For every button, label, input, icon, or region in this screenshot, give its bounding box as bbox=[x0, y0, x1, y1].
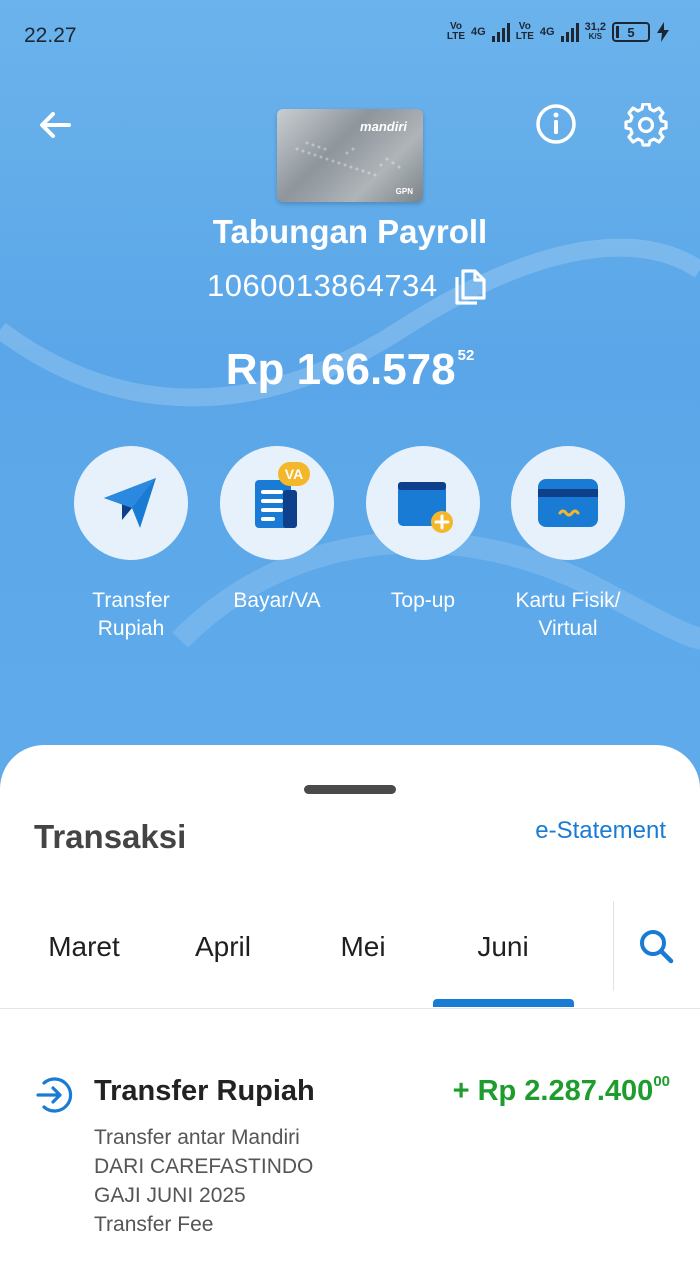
back-button[interactable] bbox=[34, 104, 76, 146]
account-balance: Rp 166.578 52 bbox=[0, 345, 700, 395]
tab-divider bbox=[613, 901, 614, 991]
gear-icon bbox=[624, 103, 668, 147]
month-tabs: Maret April Mei Juni bbox=[0, 895, 700, 1009]
action-label: Top-up bbox=[390, 589, 456, 612]
battery-icon: 5 bbox=[612, 22, 650, 42]
transaction-amount-main: + Rp 2.287.400 bbox=[452, 1075, 654, 1107]
account-name: Tabungan Payroll bbox=[212, 213, 488, 250]
transaction-desc-line: Transfer antar Mandiri bbox=[94, 1126, 300, 1149]
action-label: Bayar/VA bbox=[233, 589, 321, 612]
copy-account-button[interactable] bbox=[449, 264, 491, 306]
network-type-label: 4G bbox=[539, 26, 555, 38]
transaction-desc-line: GAJI JUNI 2025 bbox=[94, 1184, 246, 1207]
action-label: Kartu Fisik/ bbox=[515, 589, 621, 612]
volte-icon: Vo LTE bbox=[446, 21, 466, 42]
info-icon bbox=[536, 104, 576, 144]
e-statement-link[interactable]: e-Statement bbox=[535, 817, 666, 845]
transaction-desc-line: DARI CAREFASTINDO bbox=[94, 1155, 314, 1178]
transaction-description: Transfer antar Mandiri DARI CAREFASTINDO… bbox=[94, 1123, 313, 1239]
tab-maret[interactable]: Maret bbox=[14, 931, 154, 963]
status-bar: 22.27 Vo LTE 4G Vo LTE 4G 31,2 K/S 5 bbox=[0, 0, 700, 70]
tab-april[interactable]: April bbox=[153, 931, 293, 963]
network-type-label: 4G bbox=[471, 26, 486, 38]
wallet-topup-icon bbox=[398, 482, 453, 533]
transactions-sheet: Transaksi e-Statement Maret April Mei Ju… bbox=[0, 745, 700, 1280]
balance-cents: 52 bbox=[457, 347, 475, 364]
transaction-amount: + Rp 2.287.40000 bbox=[453, 1073, 670, 1108]
tab-mei[interactable]: Mei bbox=[293, 931, 433, 963]
signal-icon bbox=[491, 22, 510, 42]
action-label: Transfer bbox=[92, 589, 170, 612]
balance-amount: Rp 166.578 bbox=[225, 345, 456, 394]
status-time: 22.27 bbox=[24, 24, 77, 47]
network-speed: 31,2 K/S bbox=[584, 21, 606, 42]
action-transfer-rupiah[interactable]: Transfer Rupiah bbox=[58, 446, 204, 643]
transaction-desc-line: Transfer Fee bbox=[94, 1213, 214, 1236]
account-header: 22.27 Vo LTE 4G Vo LTE 4G 31,2 K/S 5 man… bbox=[0, 0, 700, 790]
signal-icon bbox=[560, 22, 579, 42]
selected-tab-indicator bbox=[433, 999, 574, 1007]
sheet-drag-handle[interactable] bbox=[304, 785, 396, 794]
card-network-logo: GPN bbox=[395, 187, 413, 196]
search-button[interactable] bbox=[632, 923, 682, 973]
info-button[interactable] bbox=[534, 102, 578, 146]
volte-icon: Vo LTE bbox=[515, 21, 534, 42]
action-bayar-va[interactable]: VA Bayar/VA bbox=[204, 446, 350, 615]
charging-icon bbox=[657, 22, 669, 42]
action-top-up[interactable]: Top-up bbox=[350, 446, 496, 615]
arrow-left-icon bbox=[40, 112, 71, 138]
transaction-amount-cents: 00 bbox=[653, 1073, 670, 1090]
transaction-item[interactable]: Transfer Rupiah + Rp 2.287.40000 Transfe… bbox=[0, 1065, 700, 1265]
action-label: Rupiah bbox=[97, 617, 165, 640]
action-kartu-fisik-virtual[interactable]: Kartu Fisik/ Virtual bbox=[495, 446, 641, 643]
transactions-title: Transaksi bbox=[34, 818, 187, 855]
incoming-transfer-icon bbox=[36, 1077, 73, 1113]
account-number: 1060013864734 bbox=[207, 268, 438, 303]
card-brand-logo: mandiri bbox=[360, 119, 407, 134]
copy-icon bbox=[455, 269, 486, 305]
card-icon bbox=[538, 479, 598, 527]
va-badge: VA bbox=[278, 462, 310, 486]
tab-juni[interactable]: Juni bbox=[433, 931, 573, 963]
status-icons: Vo LTE 4G Vo LTE 4G 31,2 K/S 5 bbox=[447, 22, 670, 42]
debit-card-image: mandiri GPN bbox=[277, 109, 423, 202]
search-icon bbox=[640, 930, 674, 964]
paper-plane-icon bbox=[104, 478, 156, 528]
transaction-title: Transfer Rupiah bbox=[94, 1075, 315, 1107]
settings-button[interactable] bbox=[623, 102, 669, 148]
action-label: Virtual bbox=[538, 617, 598, 640]
